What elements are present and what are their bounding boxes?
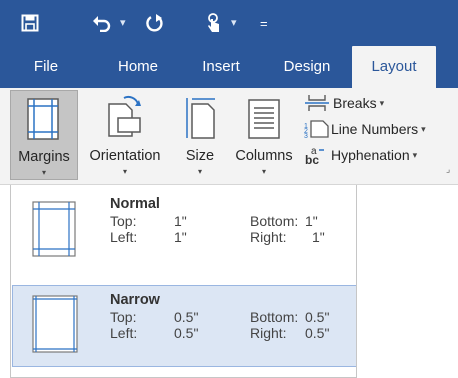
line-numbers-icon: 1 2 3	[304, 120, 329, 138]
right-label: Right:	[250, 229, 287, 245]
left-label: Left:	[110, 229, 138, 245]
undo-icon[interactable]	[92, 9, 112, 37]
tab-home[interactable]: Home	[103, 46, 173, 88]
right-value: 0.5"	[305, 325, 330, 341]
margins-icon	[27, 98, 59, 140]
bottom-label: Bottom:	[250, 309, 299, 325]
orientation-button[interactable]: Orientation ▾	[82, 90, 168, 180]
orientation-label: Orientation	[89, 148, 161, 164]
hyphenation-icon: a bc	[305, 146, 324, 165]
size-caret: ▾	[197, 167, 202, 176]
size-button[interactable]: Size ▾	[176, 90, 224, 180]
tab-design[interactable]: Design	[272, 46, 342, 88]
hyphenation-button[interactable]: a bc Hyphenation ▾	[303, 144, 417, 166]
margins-option-narrow[interactable]: Narrow Top: 0.5" Bottom: 0.5" Left: 0.5"…	[12, 285, 356, 367]
bottom-label: Bottom:	[250, 213, 299, 229]
hyphenation-caret: ▾	[412, 149, 418, 160]
margins-button[interactable]: Margins ▾	[10, 90, 78, 180]
margins-dropdown: Normal Top: 1" Bottom: 1" Left: 1" Right…	[10, 185, 357, 378]
margins-option-normal[interactable]: Normal Top: 1" Bottom: 1" Left: 1" Right…	[12, 189, 356, 271]
touch-mode-caret[interactable]: ▾	[231, 16, 237, 29]
tab-layout[interactable]: Layout	[352, 46, 436, 88]
size-label: Size	[185, 148, 215, 164]
customize-qat-icon[interactable]: =	[260, 9, 268, 37]
line-numbers-caret: ▾	[421, 123, 426, 134]
quick-access-toolbar: ▾ ▾ =	[0, 0, 458, 46]
right-value: 1"	[312, 229, 325, 245]
line-numbers-button[interactable]: 1 2 3 Line Numbers ▾	[303, 118, 426, 140]
top-value: 0.5"	[174, 309, 199, 325]
bottom-value: 1"	[305, 213, 318, 229]
line-numbers-label: Line Numbers	[331, 121, 419, 137]
svg-text:bc: bc	[305, 153, 319, 165]
columns-icon	[248, 99, 280, 139]
narrow-margins-icon	[32, 295, 78, 353]
top-label: Top:	[110, 309, 137, 325]
right-label: Right:	[250, 325, 287, 341]
left-label: Left:	[110, 325, 138, 341]
breaks-icon	[305, 95, 329, 111]
breaks-label: Breaks	[333, 95, 377, 111]
left-value: 0.5"	[174, 325, 199, 341]
option-name: Normal	[110, 196, 160, 212]
option-name: Narrow	[110, 292, 160, 308]
hyphenation-label: Hyphenation	[331, 147, 410, 163]
columns-label: Columns	[235, 148, 293, 164]
orientation-icon	[108, 95, 141, 137]
breaks-button[interactable]: Breaks ▾	[303, 92, 384, 114]
left-value: 1"	[174, 229, 187, 245]
tab-file[interactable]: File	[18, 46, 74, 88]
top-label: Top:	[110, 213, 137, 229]
tab-insert[interactable]: Insert	[186, 46, 256, 88]
normal-margins-icon	[32, 201, 76, 257]
touch-mode-icon[interactable]	[205, 9, 223, 37]
bottom-value: 0.5"	[305, 309, 330, 325]
save-icon[interactable]	[21, 9, 39, 37]
page-setup-launcher-icon[interactable]: ⌟	[446, 164, 450, 175]
ribbon-tab-bar: File Home Insert Design Layout	[0, 46, 458, 88]
margins-label: Margins	[18, 149, 70, 165]
margins-caret: ▾	[41, 168, 46, 177]
ribbon-page-setup: Margins ▾ Orientation ▾ Size ▾ Columns ▾	[0, 88, 458, 185]
undo-dropdown-caret[interactable]: ▾	[120, 16, 126, 29]
breaks-caret: ▾	[379, 97, 385, 108]
svg-text:3: 3	[304, 133, 308, 138]
redo-icon[interactable]	[146, 9, 164, 37]
orientation-caret: ▾	[122, 167, 127, 176]
columns-caret: ▾	[261, 167, 266, 176]
columns-button[interactable]: Columns ▾	[228, 90, 300, 180]
top-value: 1"	[174, 213, 187, 229]
size-icon	[186, 98, 215, 139]
